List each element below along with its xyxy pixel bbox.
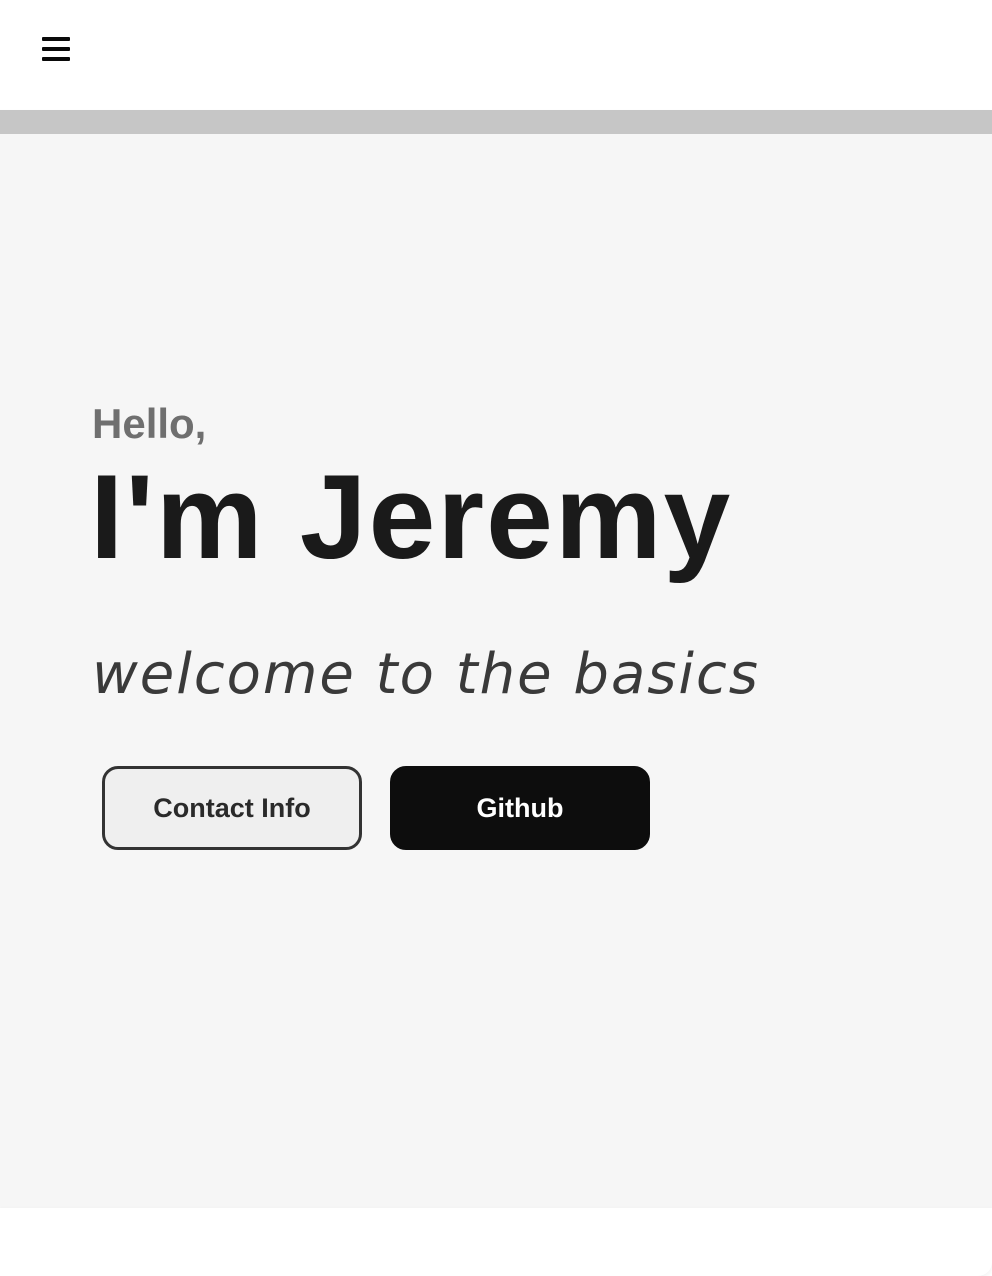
tagline-text: welcome to the basics [92, 642, 760, 707]
menu-line [42, 57, 70, 61]
hero-section: Hello, I'm Jeremy welcome to the basics … [0, 134, 992, 1208]
header-divider [0, 110, 992, 134]
github-button[interactable]: Github [390, 766, 650, 850]
greeting-text: Hello, [92, 400, 207, 447]
name-heading: I'm Jeremy [90, 450, 733, 584]
menu-line [42, 37, 70, 41]
menu-line [42, 47, 70, 51]
top-bar [0, 0, 992, 110]
contact-info-button[interactable]: Contact Info [102, 766, 362, 850]
hamburger-menu-icon[interactable] [38, 34, 74, 66]
footer [0, 1208, 992, 1276]
